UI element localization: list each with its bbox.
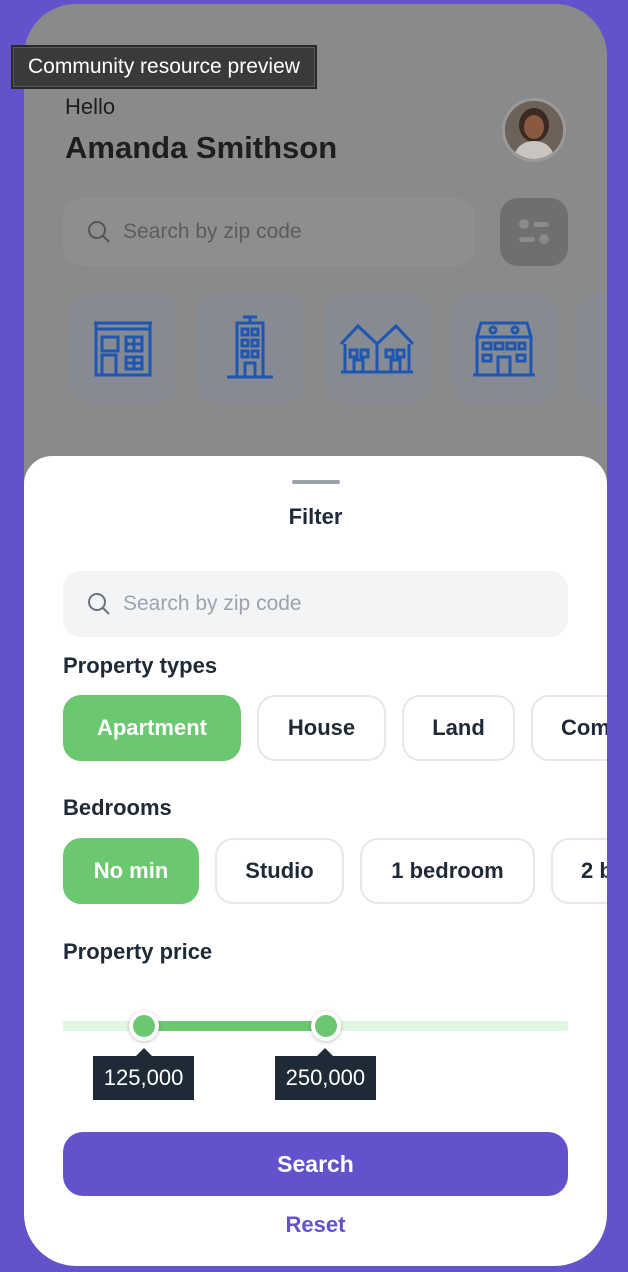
chip-no-min[interactable]: No min	[63, 838, 199, 904]
category-more[interactable]	[577, 294, 607, 402]
price-max-handle[interactable]	[310, 1011, 341, 1041]
filter-title: Filter	[288, 504, 343, 529]
price-max-value: 250,000	[274, 1048, 377, 1100]
price-slider-range	[143, 1021, 326, 1031]
filter-sheet: Filter Search by zip code Property types…	[24, 456, 607, 1266]
category-list	[69, 294, 607, 402]
chip-1-bedroom[interactable]: 1 bedroom	[360, 838, 535, 904]
property-type-chips: Apartment House Land Commercial	[63, 695, 607, 761]
bedrooms-label: Bedrooms	[63, 795, 172, 820]
townhouse-icon	[94, 321, 152, 377]
sheet-drag-handle[interactable]	[292, 480, 340, 484]
property-types-label: Property types	[63, 653, 218, 678]
price-min-value: 125,000	[92, 1048, 195, 1100]
greeting: Hello	[65, 94, 116, 119]
chip-apartment[interactable]: Apartment	[63, 695, 241, 761]
category-tower[interactable]	[196, 294, 304, 402]
home-search-input[interactable]: Search by zip code	[63, 198, 475, 266]
preview-tooltip: Community resource preview	[13, 47, 315, 87]
search-button[interactable]: Search	[63, 1132, 568, 1196]
price-min-handle[interactable]	[128, 1011, 159, 1041]
chip-commercial[interactable]: Commercial	[531, 695, 607, 761]
apartment-building-icon	[473, 321, 535, 377]
chip-land[interactable]: Land	[402, 695, 515, 761]
row-houses-icon	[339, 323, 415, 374]
chip-house[interactable]: House	[257, 695, 386, 761]
chip-2-bedrooms[interactable]: 2 bedrooms	[551, 838, 607, 904]
category-row-houses[interactable]	[323, 294, 431, 402]
category-apartment-building[interactable]	[450, 294, 558, 402]
search-icon	[88, 221, 110, 243]
filter-search-placeholder: Search by zip code	[123, 592, 302, 615]
filter-button[interactable]	[500, 198, 568, 266]
avatar[interactable]	[502, 98, 566, 162]
reset-button[interactable]: Reset	[24, 1212, 607, 1238]
home-search-placeholder: Search by zip code	[123, 220, 302, 243]
bedroom-chips: No min Studio 1 bedroom 2 bedrooms	[63, 838, 607, 904]
phone-frame: Hello Amanda Smithson Search by zip code	[24, 4, 607, 1266]
property-price-label: Property price	[63, 939, 213, 964]
filter-search-input[interactable]: Search by zip code	[63, 571, 568, 637]
tower-icon	[227, 315, 273, 379]
category-townhouse[interactable]	[69, 294, 177, 402]
filter-icon	[519, 219, 549, 244]
chip-studio[interactable]: Studio	[215, 838, 344, 904]
user-name: Amanda Smithson	[65, 130, 338, 165]
search-icon	[88, 593, 110, 615]
